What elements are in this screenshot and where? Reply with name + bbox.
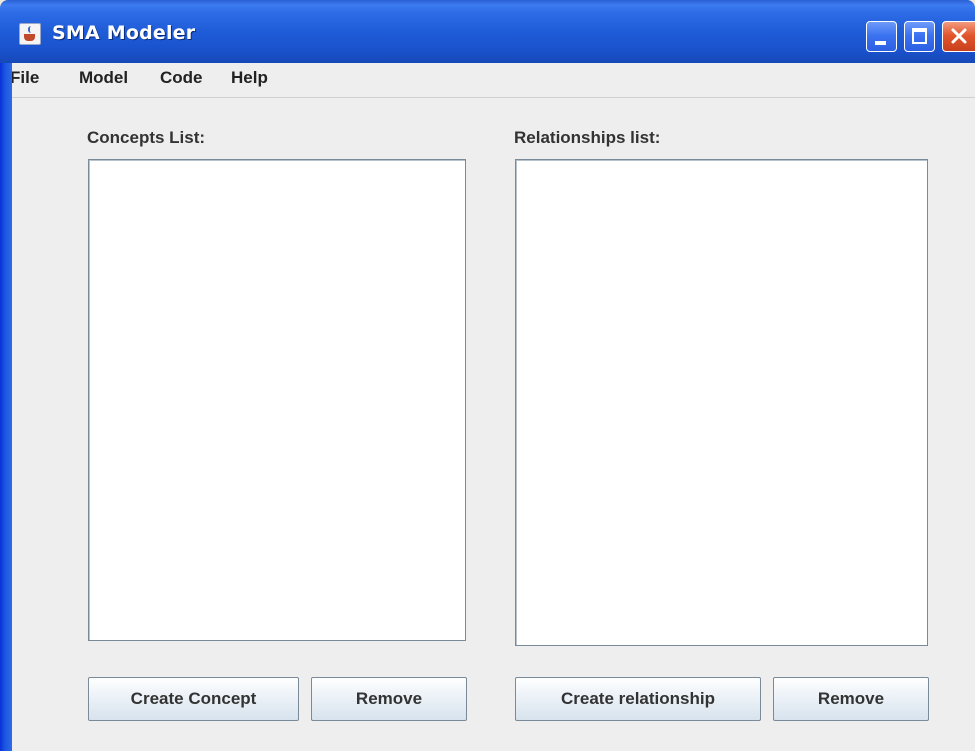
concepts-list-label: Concepts List: xyxy=(87,128,206,147)
menu-file[interactable]: File xyxy=(10,68,39,88)
concepts-list[interactable] xyxy=(88,159,466,641)
close-icon xyxy=(951,28,967,44)
create-concept-button[interactable]: Create Concept xyxy=(88,677,299,721)
menu-model[interactable]: Model xyxy=(79,68,128,88)
menu-code[interactable]: Code xyxy=(160,68,203,88)
window-title: SMA Modeler xyxy=(52,22,196,44)
title-bar[interactable]: SMA Modeler xyxy=(0,0,975,63)
relationships-list-label: Relationships list: xyxy=(514,128,661,147)
remove-concept-button[interactable]: Remove xyxy=(311,677,467,721)
close-button[interactable] xyxy=(942,21,975,52)
menu-bar: File Model Code Help xyxy=(0,63,975,98)
app-window: SMA Modeler File Model Code Help Concept… xyxy=(0,0,975,751)
remove-relationship-button[interactable]: Remove xyxy=(773,677,929,721)
minimize-button[interactable] xyxy=(866,21,897,52)
java-cup-icon[interactable] xyxy=(19,23,41,45)
maximize-icon xyxy=(912,28,927,44)
minimize-icon xyxy=(875,41,886,45)
create-relationship-button[interactable]: Create relationship xyxy=(515,677,761,721)
relationships-list[interactable] xyxy=(515,159,928,646)
menu-help[interactable]: Help xyxy=(231,68,268,88)
main-panel: Concepts List: Create Concept Remove Rel… xyxy=(12,98,975,751)
maximize-button[interactable] xyxy=(904,21,935,52)
window-left-border xyxy=(0,63,12,751)
